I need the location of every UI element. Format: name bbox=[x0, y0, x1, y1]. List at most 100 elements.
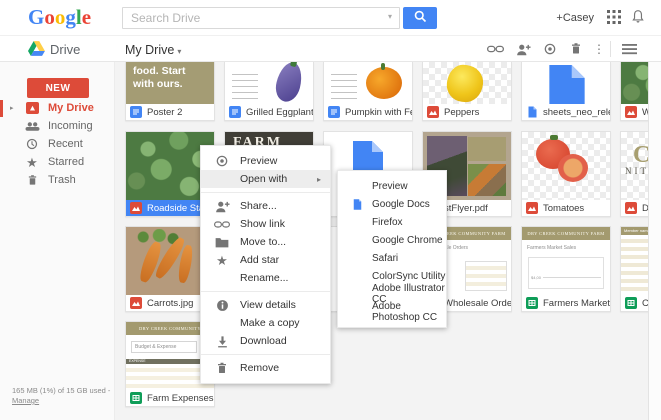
menu-item-label: Download bbox=[240, 335, 287, 347]
file-tile-grilled-eggplant[interactable]: Grilled Eggplant bbox=[224, 62, 314, 121]
thumb-text: Budget & Expense bbox=[131, 341, 197, 353]
download-icon bbox=[214, 335, 230, 348]
drive-logo-icon[interactable] bbox=[28, 41, 45, 61]
submenu-item-preview[interactable]: Preview bbox=[338, 177, 446, 195]
docs-icon bbox=[328, 106, 340, 118]
sidebar-item-label: Incoming bbox=[48, 120, 93, 132]
eye-icon bbox=[214, 154, 230, 168]
submenu-item-adobe-photoshop[interactable]: Adobe Photoshop CC bbox=[338, 303, 446, 321]
scrollbar[interactable] bbox=[648, 62, 661, 420]
menu-item-move-to[interactable]: Move to... bbox=[201, 233, 330, 251]
get-link-button[interactable] bbox=[486, 41, 504, 57]
menu-item-rename[interactable]: Rename... bbox=[201, 269, 330, 287]
menu-item-make-a-copy[interactable]: Make a copy bbox=[201, 314, 330, 332]
logo-letter: e bbox=[82, 5, 91, 29]
file-tile-farmers-market-sales[interactable]: DRY CREEK COMMUNITY FARM Farmers Market … bbox=[521, 226, 611, 312]
image-icon bbox=[526, 202, 538, 214]
file-tile-tomatoes[interactable]: Tomatoes bbox=[521, 131, 611, 217]
search-scope-chevron-icon[interactable]: ▾ bbox=[388, 12, 392, 21]
menu-divider bbox=[201, 192, 330, 193]
menu-item-label: Make a copy bbox=[240, 317, 300, 329]
sidebar-item-label: My Drive bbox=[48, 102, 94, 114]
sheets-icon bbox=[625, 297, 637, 309]
my-drive-dropdown[interactable]: My Drive▾ bbox=[125, 43, 181, 57]
menu-item-label: Remove bbox=[240, 362, 279, 374]
account-name[interactable]: +Casey bbox=[556, 12, 594, 24]
menu-item-label: Add star bbox=[240, 254, 279, 266]
blue-file-glyph bbox=[549, 65, 585, 104]
image-icon bbox=[625, 202, 637, 214]
list-view-toggle[interactable] bbox=[620, 41, 638, 57]
add-collaborator-button[interactable] bbox=[514, 41, 532, 57]
recipe-thumbnail bbox=[225, 62, 313, 104]
drive-app-name: Drive bbox=[50, 42, 80, 57]
file-icon bbox=[526, 106, 538, 118]
sidebar-item-starred[interactable]: ★ Starred bbox=[0, 153, 115, 171]
menu-item-label: Google Docs bbox=[372, 199, 430, 210]
google-drive-window: Google ▾ +Casey Drive My Drive▾ ⋮ NEW ▸ bbox=[0, 0, 661, 420]
recipe-thumbnail bbox=[324, 62, 412, 104]
file-name: Pumpkin with Fennel bbox=[345, 107, 412, 118]
image-thumbnail bbox=[522, 132, 610, 200]
notifications-bell-icon[interactable] bbox=[631, 9, 645, 29]
menu-item-view-details[interactable]: View details bbox=[201, 296, 330, 314]
chevron-down-icon: ▾ bbox=[177, 47, 181, 56]
more-actions-button[interactable]: ⋮ bbox=[590, 41, 608, 57]
trash-icon bbox=[214, 362, 230, 375]
new-button[interactable]: NEW bbox=[27, 78, 89, 98]
preview-button[interactable] bbox=[541, 41, 559, 57]
sheet-thumbnail: DRY CREEK COMMUNITY FARM Farmers Market … bbox=[522, 227, 610, 295]
menu-item-open-with[interactable]: Open with ▸ bbox=[201, 170, 330, 188]
menu-item-preview[interactable]: Preview bbox=[201, 152, 330, 170]
sidebar-item-label: Recent bbox=[48, 138, 83, 150]
sidebar-item-trash[interactable]: Trash bbox=[0, 171, 115, 189]
chart-axis-label: $4,00 bbox=[531, 275, 541, 280]
search-icon bbox=[413, 9, 428, 27]
search-input[interactable] bbox=[122, 7, 400, 29]
menu-item-label: Open with bbox=[240, 173, 287, 185]
star-icon: ★ bbox=[214, 254, 230, 267]
menu-item-label: Show link bbox=[240, 218, 285, 230]
link-icon bbox=[214, 220, 230, 229]
trash-button[interactable] bbox=[567, 41, 585, 57]
drive-toolbar: Drive My Drive▾ ⋮ bbox=[0, 36, 661, 62]
file-tile-poster-2[interactable]: food. Start with ours. Poster 2 bbox=[125, 62, 215, 121]
sidebar-item-my-drive[interactable]: My Drive bbox=[0, 99, 115, 117]
my-drive-icon bbox=[24, 102, 40, 114]
manage-storage-link[interactable]: Manage bbox=[12, 396, 39, 405]
sidebar: NEW ▸ My Drive Incoming Recent ★ Starred… bbox=[0, 62, 115, 420]
sidebar-item-recent[interactable]: Recent bbox=[0, 135, 115, 153]
submenu-item-firefox[interactable]: Firefox bbox=[338, 213, 446, 231]
submenu-item-safari[interactable]: Safari bbox=[338, 249, 446, 267]
sidebar-item-label: Starred bbox=[48, 156, 84, 168]
file-tile-peppers[interactable]: Peppers bbox=[422, 62, 512, 121]
google-logo[interactable]: Google bbox=[28, 5, 91, 30]
menu-item-download[interactable]: Download bbox=[201, 332, 330, 350]
menu-item-show-link[interactable]: Show link bbox=[201, 215, 330, 233]
file-tile-sheets-neo-release[interactable]: sheets_neo_release-1... bbox=[521, 62, 611, 121]
sidebar-item-incoming[interactable]: Incoming bbox=[0, 117, 115, 135]
file-tile-pumpkin-with-fennel[interactable]: Pumpkin with Fennel bbox=[323, 62, 413, 121]
menu-item-label: Rename... bbox=[240, 272, 288, 284]
submenu-item-google-chrome[interactable]: Google Chrome bbox=[338, 231, 446, 249]
menu-item-add-star[interactable]: ★ Add star bbox=[201, 251, 330, 269]
toolbar-divider bbox=[610, 41, 611, 57]
trash-icon bbox=[24, 174, 40, 187]
logo-letter: o bbox=[44, 5, 55, 29]
apps-grid-icon[interactable] bbox=[607, 10, 621, 29]
view-title-label: My Drive bbox=[125, 43, 174, 57]
storage-used-text: 165 MB (1%) of 15 GB used - bbox=[12, 386, 110, 395]
logo-letter: o bbox=[55, 5, 66, 29]
file-name: stFlyer.pdf bbox=[444, 203, 488, 214]
submenu-item-google-docs[interactable]: Google Docs bbox=[338, 195, 446, 213]
folder-icon bbox=[214, 237, 230, 248]
people-icon bbox=[24, 121, 40, 132]
image-icon bbox=[427, 106, 439, 118]
menu-item-label: Adobe Photoshop CC bbox=[372, 301, 446, 323]
logo-letter: g bbox=[65, 5, 76, 29]
menu-item-share[interactable]: Share... bbox=[201, 197, 330, 215]
menu-item-remove[interactable]: Remove bbox=[201, 359, 330, 377]
menu-divider bbox=[201, 291, 330, 292]
file-name: Peppers bbox=[444, 107, 479, 118]
search-button[interactable] bbox=[403, 7, 437, 29]
